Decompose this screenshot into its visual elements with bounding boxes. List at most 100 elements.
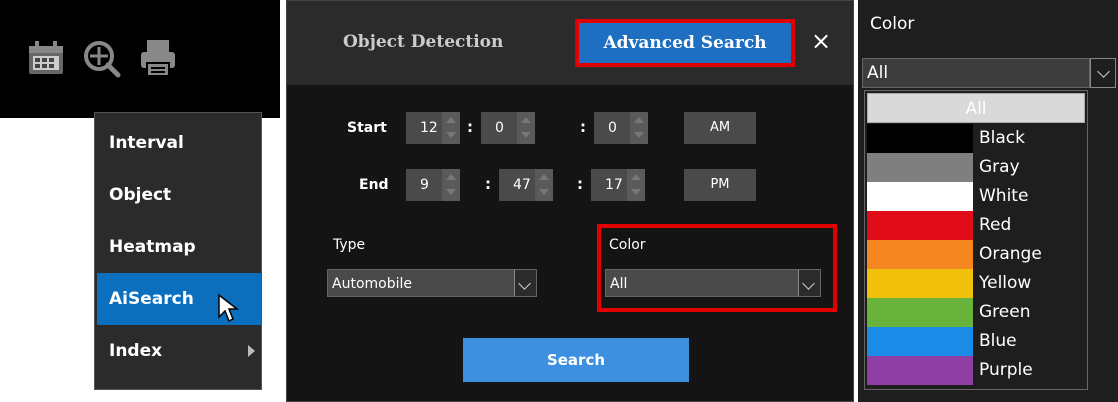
color-option-label: Blue [979,331,1017,351]
chevron-down-icon [631,189,641,195]
end-second-stepper[interactable]: 17 [591,169,645,201]
chevron-up-icon [634,117,644,123]
chevron-down-icon [539,189,549,195]
color-option-label: Green [979,302,1031,322]
menu-item-label: Interval [109,133,184,153]
chevron-up-icon [446,174,456,180]
stepper-buttons[interactable] [442,169,460,201]
type-select[interactable]: Automobile [327,269,537,297]
stepper-buttons[interactable] [627,169,645,201]
color-panel-select[interactable]: All [862,58,1090,88]
end-minute-value: 47 [513,177,531,193]
menu-item-index[interactable]: Index [97,325,261,377]
color-select[interactable]: All [605,269,821,297]
chevron-up-icon [446,117,456,123]
color-label: Color [609,237,646,253]
menu-item-heatmap[interactable]: Heatmap [97,221,261,273]
time-separator: : [485,175,491,193]
color-swatch [867,124,973,153]
time-separator: : [467,118,473,136]
chevron-down-icon[interactable] [514,270,536,296]
start-ampm-button[interactable]: AM [684,112,756,144]
start-hour-value: 12 [420,120,438,136]
color-option-label: Orange [979,244,1042,264]
time-separator: : [577,175,583,193]
time-separator: : [580,118,586,136]
chevron-up-icon [521,117,531,123]
color-option-green[interactable]: Green [867,298,1085,327]
color-option-yellow[interactable]: Yellow [867,269,1085,298]
color-option-label: Yellow [979,273,1032,293]
end-hour-stepper[interactable]: 9 [406,169,460,201]
chevron-up-icon [631,174,641,180]
color-option-red[interactable]: Red [867,211,1085,240]
color-swatch [867,327,973,356]
type-label: Type [333,237,366,253]
color-option-label: Gray [979,157,1020,177]
menu-item-label: Index [109,341,163,361]
menu-item-aisearch[interactable]: AiSearch [97,273,261,325]
submenu-arrow-icon [248,345,255,357]
start-second-value: 0 [608,120,617,136]
color-option-label: Black [979,128,1025,148]
color-option-orange[interactable]: Orange [867,240,1085,269]
menu-item-object[interactable]: Object [97,169,261,221]
tab-advanced-search[interactable]: Advanced Search [575,19,795,67]
dialog-tab-bar: Object Detection Advanced Search × [287,1,853,85]
print-icon[interactable] [138,36,178,80]
calendar-icon[interactable] [26,36,66,80]
start-minute-value: 0 [495,120,504,136]
color-option-blue[interactable]: Blue [867,327,1085,356]
start-minute-stepper[interactable]: 0 [481,112,535,144]
color-dropdown-panel: Color All All Black Gray White Red Orang… [858,0,1118,402]
menu-item-label: Heatmap [109,237,196,257]
stepper-buttons[interactable] [535,169,553,201]
end-minute-stepper[interactable]: 47 [499,169,553,201]
search-button[interactable]: Search [463,338,689,382]
menu-item-label: Object [109,185,172,205]
color-swatch [867,240,973,269]
end-second-value: 17 [605,177,623,193]
color-option-white[interactable]: White [867,182,1085,211]
start-second-stepper[interactable]: 0 [594,112,648,144]
chevron-up-icon [539,174,549,180]
end-ampm-button[interactable]: PM [684,169,756,201]
color-select-value: All [610,276,628,292]
chevron-down-icon [521,132,531,138]
chevron-down-icon [634,132,644,138]
color-option-label: Red [979,215,1012,235]
color-option-gray[interactable]: Gray [867,153,1085,182]
type-select-value: Automobile [332,276,412,292]
stepper-buttons[interactable] [630,112,648,144]
color-option-black[interactable]: Black [867,124,1085,153]
advanced-search-dialog: Object Detection Advanced Search × Start… [286,0,854,402]
tab-object-detection[interactable]: Object Detection [343,32,503,52]
color-option-label: Purple [979,360,1033,380]
zoom-icon[interactable] [82,36,122,80]
toolbar [0,0,280,118]
color-option-all[interactable]: All [867,93,1085,123]
stepper-buttons[interactable] [517,112,535,144]
chevron-down-icon [446,189,456,195]
color-option-list: All Black Gray White Red Orange Yellow G… [864,90,1088,390]
menu-item-interval[interactable]: Interval [97,117,261,169]
color-option-label: White [979,186,1029,206]
stepper-buttons[interactable] [442,112,460,144]
start-hour-stepper[interactable]: 12 [406,112,460,144]
end-hour-value: 9 [420,177,429,193]
color-swatch [867,298,973,327]
chevron-down-icon [446,132,456,138]
color-swatch [867,211,973,240]
color-swatch [867,153,973,182]
close-button[interactable]: × [811,29,831,53]
chevron-down-icon[interactable] [1090,58,1116,88]
chevron-down-icon[interactable] [798,270,820,296]
mouse-cursor-icon [218,293,240,323]
end-label: End [359,177,389,193]
start-label: Start [347,120,387,136]
color-swatch [867,269,973,298]
color-option-purple[interactable]: Purple [867,356,1085,385]
menu-item-label: AiSearch [109,289,194,309]
color-swatch [867,356,973,385]
color-panel-title: Color [870,14,915,34]
